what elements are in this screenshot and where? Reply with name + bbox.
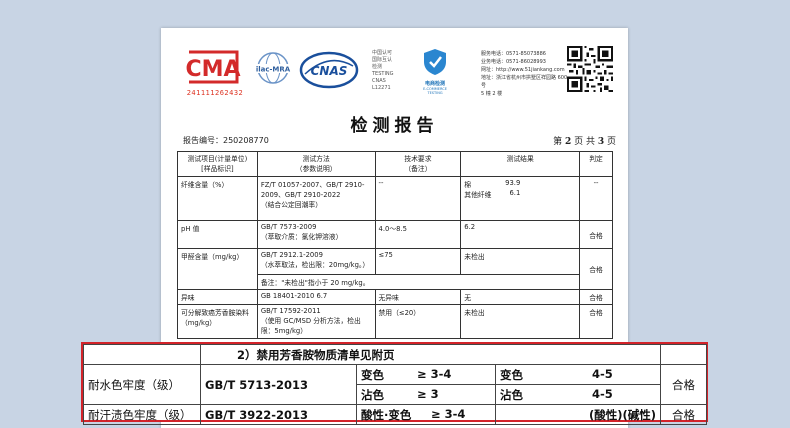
report-number-label: 报告编号： [183, 136, 223, 145]
cell-method: GB 18401-2010 6.7 [256, 289, 376, 305]
cell-judgement: 合格 [579, 220, 613, 249]
cell-item: 异味 [177, 289, 258, 305]
svg-text:ilac-MRA: ilac-MRA [256, 66, 291, 74]
cell-item: 可分解致癌芳香胺染料（mg/kg） [177, 304, 258, 339]
cell-item: pH 值 [177, 220, 258, 249]
cell-requirement: 酸性·变色 ≥ 3-4 [356, 404, 496, 425]
accreditation-line: 检测 [372, 64, 383, 70]
table-header-row: 测试项目(计量单位) [样品标识] 测试方法 （参数说明） 技术要求 （备注） 测试结… [177, 151, 613, 177]
cell-judgement: 合格 [579, 289, 613, 305]
svg-text:CMA: CMA [185, 57, 240, 82]
ecommerce-title: 电商检测 [424, 81, 445, 87]
contact-line: 服务电话：0571-85073886 [481, 51, 546, 57]
cell-remark: 备注："未检出"指小于 20 mg/kg。 [256, 274, 581, 290]
page-suffix: 页 [606, 137, 616, 147]
accreditation-line: 中国认可 [372, 50, 393, 56]
page-indicator: 第 2 页 共 3 页 [553, 134, 616, 147]
page-mid: 页 共 [574, 137, 595, 147]
cell-result: 棉 93.9 其他纤维 6.1 [460, 176, 581, 221]
cell-judgement: -- [579, 176, 613, 221]
zoomed-empty-cell [83, 344, 201, 365]
page-prefix: 第 [553, 137, 563, 147]
contact-line: 地址：浙江省杭州市拱墅区祥园路 600 号 [481, 75, 568, 89]
ecommerce-subtitle: E-COMMERCE TESTING [423, 87, 447, 95]
svg-text:CNAS: CNAS [311, 64, 348, 78]
ecommerce-testing-logo: 电商检测 E-COMMERCE TESTING [415, 48, 455, 95]
report-title: 检测报告 [350, 116, 439, 136]
cell-method: GB/T 5713-2013 [200, 364, 357, 405]
cell-method: GB/T 3922-2013 [200, 404, 357, 425]
contact-line: 5 幢 2 楼 [481, 91, 503, 97]
cell-method: GB/T 2912.1-2009 （水萃取法，检出限：20mg/kg。） [256, 248, 376, 275]
contact-line: 网址：http://www.51jiankang.com [481, 67, 565, 73]
shield-check-icon [424, 49, 446, 75]
cell-result: 未检出 [460, 304, 581, 339]
accreditation-line: TESTING [372, 71, 394, 77]
cell-result: 变色 4-5 [495, 364, 661, 385]
cell-method: GB/T 17592-2011 （使用 GC/MSD 分析方法，检出限：5mg/k… [256, 304, 376, 339]
zoomed-note-row: 2）禁用芳香胺物质清单见附页 [83, 344, 707, 365]
ilac-mra-logo: ilac-MRA [255, 52, 291, 84]
report-number-value: 250208770 [223, 136, 269, 145]
cell-result: 6.2 [460, 220, 581, 249]
zoomed-note: 2）禁用芳香胺物质清单见附页 [200, 344, 661, 365]
cell-method: GB/T 7573-2009 （萃取介质：氯化钾溶液） [256, 220, 376, 249]
header-requirement: 技术要求 （备注） [374, 151, 462, 177]
cell-judgement: 合格 [660, 404, 707, 425]
cell-requirement: ≤75 [374, 248, 462, 275]
cell-item: 耐水色牢度（级） [83, 364, 201, 405]
cell-requirement: 无异味 [374, 289, 462, 305]
cell-judgement: 合格 [579, 248, 613, 290]
accreditation-line: CNAS L12271 [372, 78, 391, 91]
table-row: 纤维含量（%） FZ/T 01057-2007、GB/T 2910-2009、G… [177, 176, 613, 221]
cell-item: 纤维含量（%） [177, 176, 258, 221]
header-result: 测试结果 [460, 151, 581, 177]
header-judgement: 判定 [579, 151, 613, 177]
zoomed-empty-cell [660, 344, 707, 365]
contact-block: 服务电话：0571-85073886 业务电话：0571-86028993 网址… [481, 50, 573, 98]
table-row: 异味 GB 18401-2010 6.7 无异味 无 合格 [177, 289, 613, 305]
cell-judgement: 合格 [579, 304, 613, 339]
cell-result: (酸性)(碱性) [495, 404, 661, 425]
header-method: 测试方法 （参数说明） [256, 151, 376, 177]
header-item: 测试项目(计量单位) [样品标识] [177, 151, 258, 177]
table-row: 耐水色牢度（级） GB/T 5713-2013 变色 ≥ 3-4 变色 4-5 合格 [83, 364, 707, 405]
zoomed-table: 2）禁用芳香胺物质清单见附页 耐水色牢度（级） GB/T 5713-2013 变… [83, 344, 707, 425]
cell-result: 沾色 4-5 [495, 384, 661, 405]
page-current: 2 [564, 137, 572, 147]
accreditation-text: 中国认可 国际互认 检测 TESTING CNAS L12271 [372, 50, 394, 92]
table-row: 耐汗渍色牢度（级） GB/T 3922-2013 酸性·变色 ≥ 3-4 (酸性)… [83, 404, 707, 425]
cell-requirement: 禁用（≤20） [374, 304, 462, 339]
cell-method: FZ/T 01057-2007、GB/T 2910-2009、GB/T 2910… [256, 176, 376, 221]
results-table: 测试项目(计量单位) [样品标识] 测试方法 （参数说明） 技术要求 （备注） 测试结… [177, 151, 613, 339]
cell-item: 甲醛含量（mg/kg） [177, 248, 258, 290]
qr-code-icon [567, 46, 613, 92]
zoomed-highlight-box: 2）禁用芳香胺物质清单见附页 耐水色牢度（级） GB/T 5713-2013 变… [81, 342, 708, 425]
cell-requirement: 变色 ≥ 3-4 [356, 364, 496, 385]
cell-requirement: 4.0～8.5 [374, 220, 462, 249]
cnas-logo: CNAS [299, 51, 359, 89]
cell-requirement: -- [374, 176, 462, 221]
cell-result: 无 [460, 289, 581, 305]
report-number: 报告编号：250208770 [183, 135, 269, 146]
cell-item: 耐汗渍色牢度（级） [83, 404, 201, 425]
cma-logo: CMA 241111262432 [183, 48, 247, 97]
table-row: 甲醛含量（mg/kg） GB/T 2912.1-2009 （水萃取法，检出限：20… [177, 248, 613, 290]
accreditation-line: 国际互认 [372, 57, 393, 63]
cell-requirement: 沾色 ≥ 3 [356, 384, 496, 405]
table-row: 可分解致癌芳香胺染料（mg/kg） GB/T 17592-2011 （使用 GC/… [177, 304, 613, 339]
contact-line: 业务电话：0571-86028993 [481, 59, 546, 65]
page-total: 3 [597, 137, 605, 147]
cell-result: 未检出 [460, 248, 581, 275]
cma-number: 241111262432 [186, 89, 244, 97]
table-row: pH 值 GB/T 7573-2009 （萃取介质：氯化钾溶液） 4.0～8.5 … [177, 220, 613, 249]
cell-judgement: 合格 [660, 364, 707, 405]
